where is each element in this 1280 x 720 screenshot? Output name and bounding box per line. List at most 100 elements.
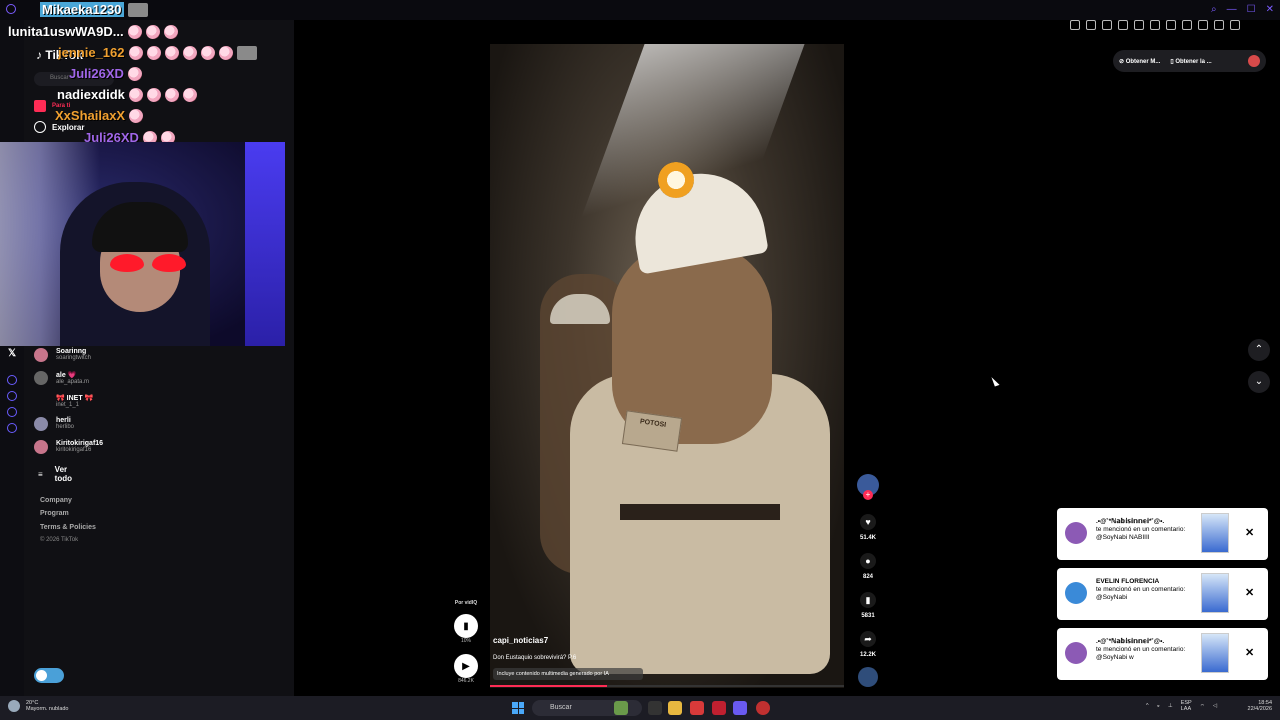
previous-video-button[interactable]: ⌃: [1248, 339, 1270, 361]
follow-plus-icon[interactable]: +: [863, 490, 873, 500]
chat-message: lunita1uswWA9D...: [8, 24, 178, 39]
app-icon[interactable]: [756, 701, 770, 715]
language-indicator[interactable]: ESP LAA: [1181, 700, 1192, 712]
close-icon[interactable]: ✕: [1245, 526, 1254, 539]
share-icon[interactable]: [1198, 20, 1208, 30]
calendar-app-icon[interactable]: [690, 701, 704, 715]
maximize-icon[interactable]: ☐: [1247, 4, 1256, 15]
music-disc-icon[interactable]: [858, 667, 878, 687]
play-icon[interactable]: [1134, 20, 1144, 30]
weather-desc: Mayorm. nublado: [26, 706, 69, 712]
chat-message: Juli26XD: [69, 66, 142, 81]
list-item[interactable]: Soarinng soaringtwitch: [34, 348, 184, 362]
emote-icon: [236, 45, 257, 60]
shield-icon[interactable]: [1102, 20, 1112, 30]
eye-icon[interactable]: [1118, 20, 1128, 30]
webcam-light: [245, 142, 285, 346]
list-item[interactable]: herli herlibo: [34, 417, 184, 431]
sidebar-app-icon[interactable]: [7, 375, 17, 385]
history-icon[interactable]: [7, 391, 17, 401]
minimize-icon[interactable]: —: [1227, 4, 1237, 15]
start-button[interactable]: [512, 702, 524, 714]
tab-icon[interactable]: [1086, 20, 1096, 30]
list-item[interactable]: 🎀 INET 🎀 inet_1_1: [34, 394, 184, 408]
emote-icon: [145, 24, 160, 39]
weather-icon: [8, 700, 20, 712]
creator-avatar[interactable]: +: [857, 474, 879, 500]
emote-icon: [129, 108, 144, 123]
save-button[interactable]: ▮ 5831: [858, 592, 878, 619]
stat-label: 10%: [460, 638, 471, 644]
notification-card[interactable]: EVELIN FLORENCIA te mencionó en un comen…: [1057, 568, 1268, 620]
avatar: [34, 394, 48, 408]
file-explorer-icon[interactable]: [668, 701, 682, 715]
next-video-button[interactable]: ⌄: [1248, 371, 1270, 393]
clock[interactable]: 18:54 22/4/2026: [1226, 700, 1272, 712]
play-button[interactable]: ▶ 846.2K: [454, 654, 478, 684]
heart-icon[interactable]: [1150, 20, 1160, 30]
notification-message: te mencionó en un comentario: @SoyNabi w: [1096, 646, 1186, 662]
play-icon: ▶: [454, 654, 478, 678]
get-app-button[interactable]: ⊘ Obtener M...: [1119, 58, 1160, 65]
settings-icon[interactable]: [7, 423, 17, 433]
follow-name: 🎀 INET 🎀: [56, 395, 94, 402]
vidiq-label: Por vidIQ: [454, 600, 478, 606]
close-icon[interactable]: ✕: [1245, 586, 1254, 599]
list-item[interactable]: Kiritokirigaf16 kiritokirigaf16: [34, 440, 184, 454]
profile-avatar[interactable]: [1248, 55, 1260, 67]
emote-icon: [164, 87, 179, 102]
video-player[interactable]: POTOSI: [490, 44, 844, 688]
x-logo-icon[interactable]: 𝕏: [8, 348, 16, 359]
streamer-webcam: [0, 142, 285, 346]
emote-icon: [200, 45, 215, 60]
list-item[interactable]: ale 💗 ale_apata.m: [34, 371, 184, 385]
search-icon[interactable]: ⌕: [1211, 4, 1217, 15]
taskbar-app-icon[interactable]: [614, 701, 628, 715]
chevron-up-icon[interactable]: ^: [1146, 703, 1149, 709]
follow-handle: ale_apata.m: [56, 379, 90, 385]
share-button[interactable]: ➦ 12.2K: [858, 631, 878, 658]
wifi-icon[interactable]: ⌔: [1200, 703, 1205, 710]
like-button[interactable]: ♥ 51.4K: [858, 514, 878, 541]
chevron-down-icon: ⌄: [1254, 376, 1264, 387]
notification-thumbnail: [1201, 633, 1229, 673]
ai-icon[interactable]: [1214, 20, 1224, 30]
avatar: [1065, 642, 1087, 664]
messenger-icon[interactable]: [7, 407, 17, 417]
notification-text: EVELIN FLORENCIA te mencionó en un comen…: [1096, 578, 1196, 602]
views-label: 846.2K: [458, 678, 474, 684]
notification-card[interactable]: .•@˚*ℕ𝕒𝕓𝕚𝕤𝕚𝕟𝕟𝕖𝕚*˚@•. te mencionó en un c…: [1057, 628, 1268, 680]
stats-button[interactable]: ▮ 10%: [454, 614, 478, 644]
notification-card[interactable]: .•@˚*ℕ𝕒𝕓𝕚𝕤𝕚𝕟𝕟𝕖𝕚*˚@•. te mencionó en un c…: [1057, 508, 1268, 560]
see-all-link[interactable]: ≡ Ver todo: [38, 465, 72, 483]
theme-toggle[interactable]: [34, 668, 64, 683]
bookmark-icon: ▮: [860, 592, 876, 608]
avatar: [1065, 522, 1087, 544]
bar-chart-icon: ▮: [454, 614, 478, 638]
task-view-icon[interactable]: [648, 701, 662, 715]
footer-link-terms[interactable]: Terms & Policies: [40, 524, 96, 531]
close-icon[interactable]: ✕: [1245, 646, 1254, 659]
follow-handle: herlibo: [56, 424, 75, 430]
network-icon[interactable]: ◒: [1157, 703, 1160, 709]
get-desktop-button[interactable]: ▯ Obtener la ...: [1170, 58, 1211, 65]
video-author[interactable]: capi_noticias7: [493, 636, 576, 645]
download-icon[interactable]: [1182, 20, 1192, 30]
close-icon[interactable]: ✕: [1266, 4, 1274, 15]
menu-icon[interactable]: [1230, 20, 1240, 30]
avatar: [34, 348, 48, 362]
weather-widget[interactable]: 20°C Mayorm. nublado: [8, 700, 69, 712]
discord-icon[interactable]: [733, 701, 747, 715]
opera-icon[interactable]: [712, 701, 726, 715]
bookmark-icon[interactable]: [1070, 20, 1080, 30]
chat-username: Juli26XD: [69, 66, 124, 81]
comment-button[interactable]: ● 824: [858, 553, 878, 580]
footer-link-company[interactable]: Company: [40, 497, 72, 504]
volume-icon[interactable]: ◁: [1213, 703, 1217, 709]
video-progress[interactable]: [490, 685, 844, 687]
microphone-icon[interactable]: ⊥: [1168, 703, 1173, 709]
footer-link-program[interactable]: Program: [40, 510, 69, 517]
emote-icon: [164, 45, 179, 60]
vidiq-panel: Por vidIQ: [450, 600, 482, 606]
chat-icon[interactable]: [1166, 20, 1176, 30]
